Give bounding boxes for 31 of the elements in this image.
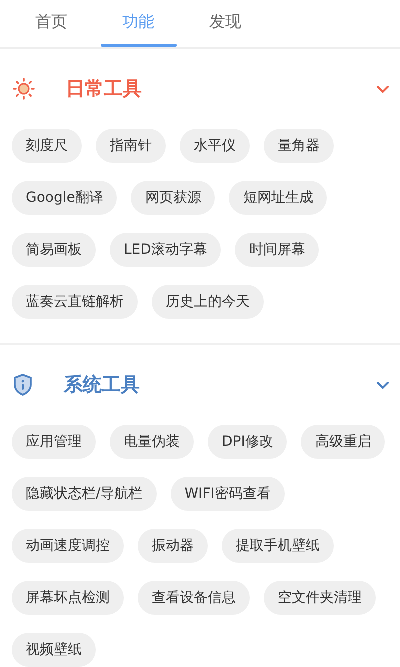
tool-chip[interactable]: 振动器: [138, 529, 208, 563]
tool-chip[interactable]: 网页获源: [131, 181, 216, 215]
tool-chip[interactable]: 视频壁纸: [12, 633, 96, 667]
tool-chip[interactable]: 量角器: [264, 129, 334, 163]
tab[interactable]: 首页: [8, 0, 95, 47]
tool-chip[interactable]: LED滚动字幕: [110, 233, 222, 267]
tool-chip[interactable]: 空文件夹清理: [264, 581, 376, 615]
tool-chip[interactable]: 高级重启: [301, 425, 386, 459]
tool-chip[interactable]: 刻度尺: [12, 129, 82, 163]
tool-chip[interactable]: Google翻译: [12, 181, 118, 215]
tool-chip[interactable]: 动画速度调控: [12, 529, 124, 563]
tool-chip[interactable]: DPI修改: [208, 425, 288, 459]
tool-chip[interactable]: 短网址生成: [229, 181, 328, 215]
tool-chip[interactable]: 蓝奏云直链解析: [12, 285, 138, 319]
tool-chip[interactable]: WIFI密码查看: [170, 477, 285, 511]
tool-chip[interactable]: 历史上的今天: [152, 285, 264, 319]
shield-icon: [12, 373, 34, 397]
tool-chip[interactable]: 隐藏状态栏/导航栏: [12, 477, 157, 511]
tool-chip[interactable]: 时间屏幕: [235, 233, 320, 267]
section-title: 系统工具: [64, 372, 140, 398]
tool-chip[interactable]: 水平仪: [180, 129, 250, 163]
tool-chip[interactable]: 简易画板: [12, 233, 96, 267]
tool-chip[interactable]: 提取手机壁纸: [222, 529, 334, 563]
section-title: 日常工具: [66, 76, 142, 102]
tool-chip[interactable]: 屏幕坏点检测: [12, 581, 124, 615]
tool-chip[interactable]: 电量伪装: [110, 425, 194, 459]
tool-chip[interactable]: 应用管理: [12, 425, 96, 459]
tool-chip[interactable]: 查看设备信息: [138, 581, 250, 615]
sun-icon: [12, 77, 36, 101]
tab[interactable]: 发现: [182, 0, 269, 47]
tool-chip[interactable]: 指南针: [96, 129, 166, 163]
